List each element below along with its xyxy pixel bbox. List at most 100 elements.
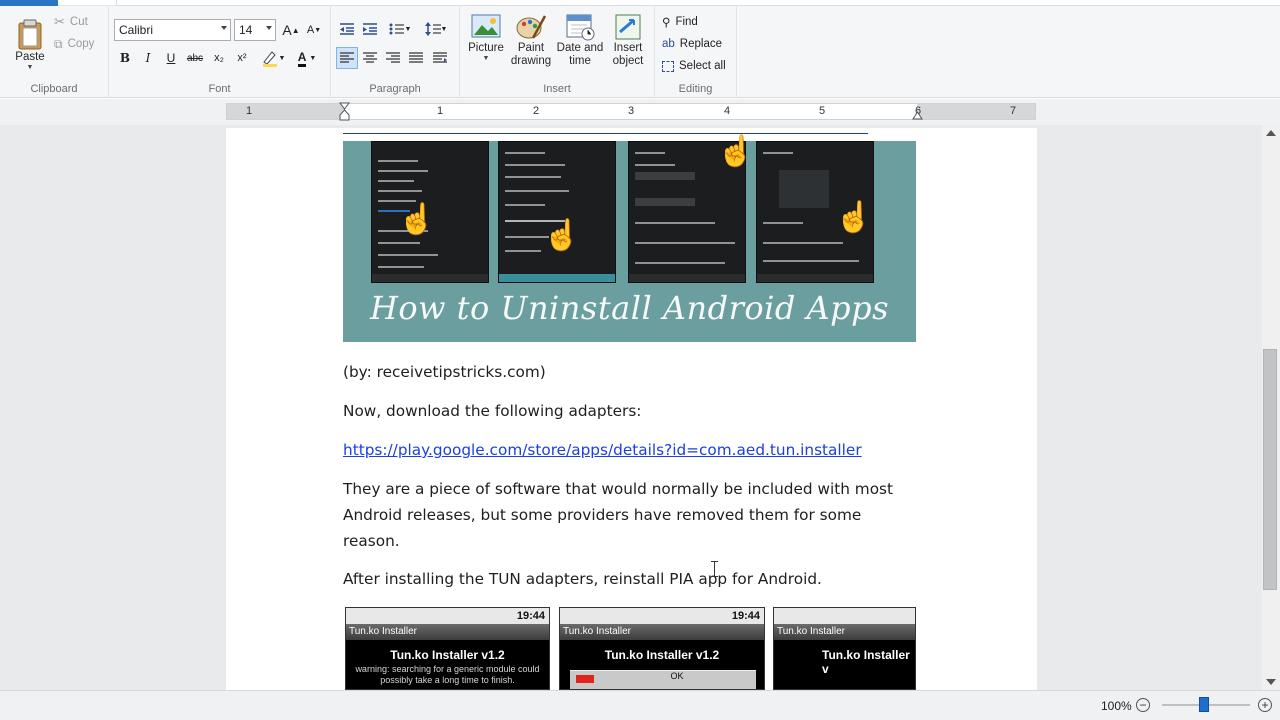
highlight-button[interactable]: ▼ (257, 47, 289, 69)
italic-button[interactable]: I (137, 47, 159, 69)
replace-label: Replace (679, 38, 722, 50)
horizontal-ruler[interactable]: 1 1 2 3 4 5 6 7 (226, 102, 1036, 122)
superscript-icon: x² (237, 52, 247, 64)
bullets-button[interactable]: ▼ (384, 18, 416, 40)
date-time-label: Date and time (556, 42, 604, 67)
strikethrough-button[interactable]: abc (184, 47, 206, 69)
tun-screenshot-1: 19:44 Tun.ko Installer Tun.ko Installer … (345, 607, 550, 690)
phone-screenshot-4: ☝ (756, 141, 874, 283)
insert-object-label: Insert object (612, 42, 644, 67)
line-spacing-button[interactable]: ▼ (420, 18, 452, 40)
replace-button[interactable]: ab Replace (662, 36, 722, 52)
strikethrough-icon: abc (186, 52, 204, 64)
paste-icon (18, 19, 42, 50)
app-titlebar: Tun.ko Installer (560, 624, 764, 640)
ruler-number: 1 (436, 105, 444, 117)
underline-button[interactable]: U (160, 47, 182, 69)
align-right-icon (386, 52, 400, 63)
chevron-down-icon: ▼ (440, 25, 448, 33)
indent-marker-icon[interactable] (339, 102, 350, 122)
paint-drawing-label: Paint drawing (510, 42, 552, 67)
copy-label: Copy (67, 38, 95, 50)
decrease-indent-button[interactable] (336, 18, 358, 40)
ribbon: Paste ▼ ✂ Cut ⧉ Copy Clipboard Calibri 1… (0, 6, 1280, 98)
highlighter-icon (262, 51, 277, 67)
align-left-button[interactable] (336, 47, 358, 69)
ok-button: OK (670, 671, 684, 681)
zoom-in-button[interactable]: + (1258, 698, 1272, 712)
scroll-down-icon[interactable] (1266, 679, 1276, 685)
italic-icon: I (145, 51, 151, 65)
phone-screenshot-2: ☝ (498, 141, 616, 283)
shrink-font-button[interactable]: A ▼ (303, 19, 325, 41)
text-color-button[interactable]: A ▼ (291, 47, 323, 69)
scrollbar-thumb[interactable] (1263, 349, 1277, 590)
credit-line: (by: receivetipstricks.com) (343, 363, 546, 381)
align-right-button[interactable] (382, 47, 404, 69)
bullets-icon (389, 23, 404, 35)
align-center-button[interactable] (359, 47, 381, 69)
insert-group-label: Insert (543, 83, 571, 95)
shrink-font-icon: A (306, 24, 315, 36)
link-underline (343, 133, 868, 134)
justify-button[interactable] (405, 47, 427, 69)
red-arrow-icon (576, 675, 594, 683)
app-heading: Tun.ko Installer v (822, 648, 910, 676)
text-cursor (711, 561, 718, 577)
chevron-down-icon (266, 26, 272, 30)
paint-drawing-button[interactable]: Paint drawing (508, 12, 554, 78)
ruler-number: 1 (245, 105, 253, 117)
left-margin-zone (227, 104, 344, 119)
paragraph-settings-button[interactable] (429, 47, 451, 69)
picture-label: Picture (468, 42, 504, 54)
binoculars-icon: ⚲ (662, 17, 671, 29)
line-spacing-icon (424, 22, 441, 36)
copy-icon: ⧉ (54, 36, 63, 51)
ruler-number: 3 (627, 105, 635, 117)
copy-button[interactable]: ⧉ Copy (54, 36, 94, 52)
select-all-button[interactable]: Select all (662, 58, 726, 74)
software-para-line-3: reason. (343, 532, 400, 550)
increase-indent-icon (363, 23, 377, 35)
right-indent-marker-icon[interactable] (912, 110, 923, 120)
installer-link[interactable]: https://play.google.com/store/apps/detai… (343, 441, 862, 459)
pointer-hand-icon: ☝ (543, 219, 581, 252)
paste-button[interactable]: Paste ▼ (10, 12, 50, 78)
status-time: 19:44 (346, 608, 549, 624)
find-button[interactable]: ⚲ Find (662, 14, 698, 30)
bold-button[interactable]: B (114, 47, 136, 69)
app-heading: Tun.ko Installer v1.2 (390, 648, 505, 662)
image-title-text: How to Uninstall Android Apps (369, 289, 890, 327)
font-family-select[interactable]: Calibri (114, 19, 231, 41)
decrease-indent-icon (340, 23, 354, 35)
status-time (774, 608, 915, 624)
download-line: Now, download the following adapters: (343, 402, 642, 420)
find-label: Find (675, 16, 698, 28)
zoom-out-button[interactable]: − (1136, 698, 1150, 712)
grow-font-button[interactable]: A ▲ (280, 19, 302, 41)
picture-button[interactable]: Picture ▼ (466, 12, 506, 78)
date-time-button[interactable]: Date and time (556, 12, 604, 78)
paste-label: Paste (15, 51, 45, 63)
ruler-number: 7 (1009, 105, 1017, 117)
subscript-button[interactable]: x₂ (208, 47, 230, 69)
insert-object-icon (615, 14, 641, 40)
superscript-button[interactable]: x² (231, 47, 253, 69)
scissors-icon: ✂ (54, 14, 65, 29)
font-size-select[interactable]: 14 (234, 19, 276, 41)
zoom-slider-thumb[interactable] (1199, 697, 1209, 712)
ruler-number: 4 (723, 105, 731, 117)
paragraph-group-label: Paragraph (369, 83, 421, 95)
document-page[interactable]: ☝ ☝ ☝ ☝ How to Uninstall Android Apps (b… (226, 128, 1037, 690)
insert-object-button[interactable]: Insert object (606, 12, 650, 78)
picture-icon (471, 14, 501, 38)
pointer-hand-icon: ☝ (398, 203, 436, 236)
status-bar: 100% − + (0, 690, 1280, 720)
scroll-up-icon[interactable] (1266, 130, 1276, 136)
cut-button[interactable]: ✂ Cut (54, 14, 88, 30)
cut-label: Cut (69, 16, 88, 28)
reinstall-line: After installing the TUN adapters, reins… (343, 570, 822, 588)
pointer-hand-icon: ☝ (835, 201, 873, 234)
increase-indent-button[interactable] (359, 18, 381, 40)
editing-group-label: Editing (678, 83, 713, 95)
